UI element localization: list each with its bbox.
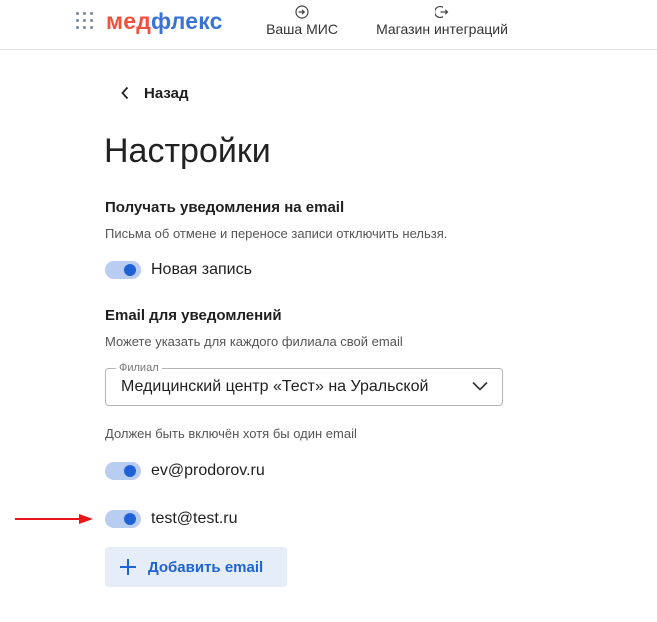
toggle-knob [124,264,136,276]
notifications-hint: Письма об отмене и переносе записи отклю… [105,226,448,241]
chevron-left-icon [121,86,129,100]
new-appointment-toggle[interactable] [105,261,141,279]
toggle-knob [124,513,136,525]
add-email-label: Добавить email [148,558,264,576]
page-title: Настройки [104,132,271,170]
chevron-down-icon [472,381,488,391]
email-section-hint: Можете указать для каждого филиала свой … [105,334,403,349]
nav-your-mis-label: Ваша МИС [266,21,338,37]
new-appointment-toggle-row: Новая запись [105,259,252,281]
add-email-button[interactable]: Добавить email [105,547,287,587]
email-section-title: Email для уведомлений [105,307,282,324]
nav-your-mis[interactable]: Ваша МИС [263,5,341,37]
logo-text-part2: флекс [151,8,223,34]
email-row: test@test.ru [105,508,238,530]
email-required-hint: Должен быть включён хотя бы один email [105,426,357,441]
logout-icon [435,5,449,19]
brand-logo[interactable]: медфлекс [106,6,223,36]
new-appointment-label: Новая запись [151,261,252,278]
toggle-knob [124,465,136,477]
top-navigation-bar: медфлекс Ваша МИС Магазин интеграций [0,0,657,50]
apps-grid-icon[interactable] [76,12,93,29]
nav-integrations-store-label: Магазин интеграций [376,21,508,37]
logo-text-part1: мед [106,8,152,34]
nav-integrations-store[interactable]: Магазин интеграций [369,5,515,37]
annotation-arrow-icon [15,514,93,524]
branch-select-legend: Филиал [116,361,162,375]
email-toggle[interactable] [105,462,141,480]
email-address: ev@prodorov.ru [151,462,265,479]
email-toggle[interactable] [105,510,141,528]
plus-icon [120,559,136,575]
branch-select-value: Медицинский центр «Тест» на Уральской [121,378,429,395]
email-row: ev@prodorov.ru [105,460,265,482]
email-address: test@test.ru [151,510,238,527]
back-label: Назад [144,84,189,102]
branch-select[interactable]: Филиал Медицинский центр «Тест» на Ураль… [105,361,503,406]
login-icon [295,5,309,19]
back-link[interactable]: Назад [120,82,188,104]
notifications-section-title: Получать уведомления на email [105,199,345,216]
